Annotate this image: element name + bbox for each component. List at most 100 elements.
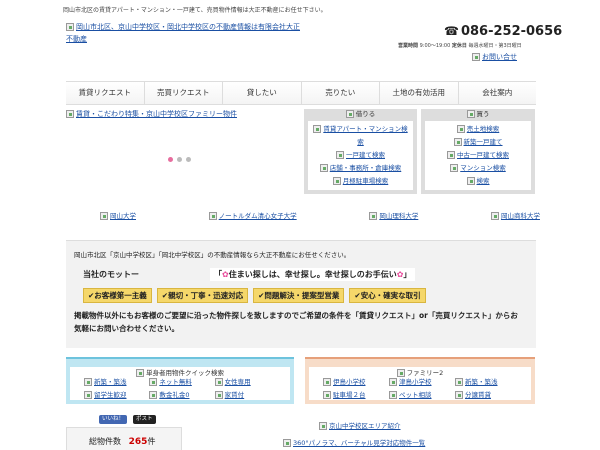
count-label: 総物件数 [89,437,121,446]
area-intro-link[interactable]: 京山中学校区エリア紹介 [319,420,401,430]
rent-house-search-link[interactable]: 一戸建て検索 [312,149,409,162]
badge-label: お客様第一主義 [94,291,147,300]
family-condo-rental-link[interactable]: 分譲賃貸 [455,389,521,399]
slider-dot-3[interactable] [186,157,191,162]
link-label: 売土地検索 [466,125,500,133]
family-quick-search-panel: ファミリー2 伊島小学校 津島小学校 新築・築浅 駐車場２台 ペット相談 分譲賃… [305,357,535,404]
family-tsushima-school-link[interactable]: 津島小学校 [389,376,455,386]
buy-used-house-search-link[interactable]: 中古一戸建て検索 [429,149,527,162]
count-unit: 件 [147,437,156,446]
broken-image-icon [389,391,397,399]
broken-image-icon [84,378,92,386]
single-furnished-link[interactable]: 家賃付 [214,389,280,399]
broken-image-icon [100,212,108,220]
broken-image-icon [472,53,480,61]
flower-icon: ✿ [396,270,404,279]
single-student-link[interactable]: 留学生歓迎 [84,389,149,399]
single-women-only-link[interactable]: 女性専用 [214,376,280,386]
single-quick-search-grid: 新築・築浅 ネット無料 女性専用 留学生歓迎 敷金礼金0 家賃付 [84,376,280,399]
link-label: 女性専用 [224,378,251,386]
link-label: 賃貸アパート・マンション検索 [323,125,408,146]
motto-value: 住まい探しは、幸せ探し。幸せ探しのお手伝い [228,270,397,279]
single-zero-deposit-link[interactable]: 敷金礼金0 [149,389,214,399]
logo-alt-text: 岡山市北区、京山中学校区・岡北中学校区の不動産情報は有限会社大正不動産 [66,23,300,43]
broken-image-icon [450,164,459,172]
link-label: 中古一戸建て検索 [457,151,509,159]
buy-new-house-link[interactable]: 新築一戸建て [429,136,527,149]
slider-dot-1[interactable] [168,157,173,162]
link-label: 新築一戸建て [463,138,503,146]
university-link-notre-dame[interactable]: ノートルダム清心女子大学 [208,210,297,220]
single-new-link[interactable]: 新築・築浅 [84,376,149,386]
broken-image-icon [336,151,344,159]
nav-land-use[interactable]: 土地の有効活用 [380,82,459,104]
nav-sell[interactable]: 売りたい [302,82,380,104]
hours-value: 9:00～19:00 [419,43,451,49]
buy-panel-title: 買う [421,109,535,119]
slider-dot-2[interactable] [177,157,182,162]
vr-listing-link[interactable]: 360°パノラマ、バーチャル見学対応物件一覧 [283,437,425,447]
broken-image-icon [323,378,331,386]
x-post-button[interactable]: ポスト [133,415,156,424]
phone-text: 086-252-0656 [460,24,563,39]
single-quick-search-inner: 単身者用物件クイック検索 新築・築浅 ネット無料 女性専用 留学生歓迎 敷金礼金… [70,367,290,400]
nav-lend[interactable]: 貸したい [223,82,302,104]
rent-apartment-search-link[interactable]: 賃貸アパート・マンション検索 [312,123,409,149]
university-link-science[interactable]: 岡山理科大学 [369,210,418,220]
link-label: 岡山大学 [110,212,136,220]
broken-image-icon [149,391,158,399]
link-label: 一戸建て検索 [346,151,385,159]
buy-panel-title-text: 買う [476,110,490,118]
family-two-parking-link[interactable]: 駐車場２台 [323,389,389,399]
closed-value: 毎週水曜日・第3日曜日 [468,43,522,49]
broken-image-icon [66,23,74,31]
site-logo-link[interactable]: 岡山市北区、京山中学校区・岡北中学校区の不動産情報は有限会社大正不動産 [66,21,306,45]
family-ishima-school-link[interactable]: 伊島小学校 [323,376,389,386]
link-label: 駐車場２台 [333,391,366,399]
nav-rent-request[interactable]: 賃貸リクエスト [66,82,145,104]
nav-buy-request[interactable]: 売買リクエスト [145,82,223,104]
broken-image-icon [389,378,397,386]
broken-image-icon [455,378,463,386]
family-new-link[interactable]: 新築・築浅 [455,376,521,386]
rent-search-panel: 借りる 賃貸アパート・マンション検索 一戸建て検索 店舗・事務所・倉庫検索 月極… [304,109,417,194]
university-link-shoka[interactable]: 岡山商科大学 [490,210,540,220]
company-info-box: 岡山市北区「京山中学校区」「岡北中学校区」の不動産情報なら大正不動産にお任せくだ… [66,240,536,348]
buy-land-search-link[interactable]: 売土地検索 [429,123,527,136]
link-label: 新築・築浅 [465,378,498,386]
family-pet-link[interactable]: ペット相談 [389,389,455,399]
broken-image-icon [456,125,465,133]
facebook-like-button[interactable]: いいね！ [99,415,128,424]
social-buttons: いいね！ ポスト [99,415,156,424]
phone-number: ☎ 086-252-0656 [444,24,562,39]
rent-store-search-link[interactable]: 店舗・事務所・倉庫検索 [312,162,409,175]
badge-label: 安心・確実な取引 [360,291,421,300]
badge-label: 問題解決・提案型営業 [264,291,340,300]
hours-label: 営業時間 [398,43,419,49]
broken-image-icon [453,138,462,146]
broken-image-icon [332,177,341,185]
property-count: 総物件数 265件 [89,436,155,447]
link-label: ノートルダム清心女子大学 [218,212,297,220]
rent-parking-search-link[interactable]: 月極駐車場検索 [312,175,409,188]
university-link-okayama[interactable]: 岡山大学 [100,210,136,220]
university-links: 岡山大学 ノートルダム清心女子大学 岡山理科大学 岡山商科大学 [100,210,540,220]
nav-company[interactable]: 会社案内 [459,82,537,104]
broken-image-icon [447,151,455,159]
buy-search-link[interactable]: 検索 [429,175,527,188]
link-label: 岡山商科大学 [500,212,540,220]
closed-label: 定休日 [451,43,467,49]
hero-slide-link[interactable]: 賃貸・こだわり特集・京山中学校区ファミリー物件 [66,109,302,119]
single-net-free-link[interactable]: ネット無料 [149,376,214,386]
inquiry-label: お問い合せ [482,53,517,61]
phone-icon: ☎ [444,24,459,38]
broken-image-icon [319,164,328,172]
buy-mansion-search-link[interactable]: マンション検索 [429,162,527,175]
inquiry-link[interactable]: お問い合せ [472,52,517,62]
broken-image-icon [149,378,158,386]
slider-dots [168,157,191,162]
count-value: 265 [128,437,148,447]
link-label: 分譲賃貸 [465,391,491,399]
link-label: 京山中学校区エリア紹介 [329,422,401,430]
broken-image-icon [466,177,475,185]
